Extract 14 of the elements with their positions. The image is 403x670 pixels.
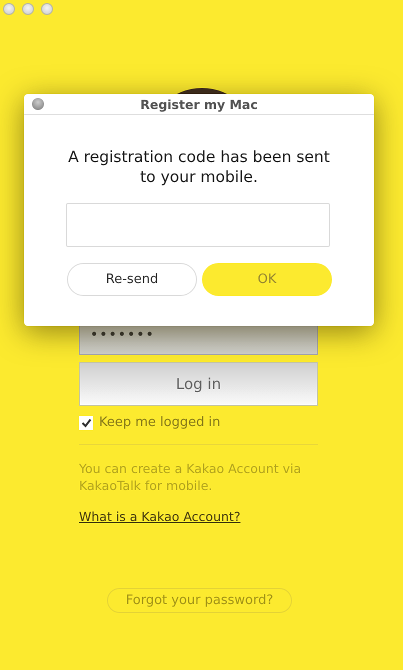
window-control-icon[interactable] (22, 3, 34, 15)
ok-button[interactable]: OK (202, 263, 332, 296)
info-text: You can create a Kakao Account via KakaoTalk for mobile. (79, 460, 302, 494)
login-button[interactable]: Log in (79, 362, 318, 406)
code-field[interactable] (66, 203, 330, 247)
close-icon[interactable] (32, 98, 44, 110)
dialog-message: A registration code has been sent to your mobile. (67, 147, 331, 187)
checkbox[interactable] (79, 416, 93, 430)
window-control-icon[interactable] (3, 3, 15, 15)
resend-button[interactable]: Re-send (67, 263, 197, 296)
window-control-icon[interactable] (41, 3, 53, 15)
account-link[interactable]: What is a Kakao Account? (79, 509, 318, 524)
dialog-title: Register my Mac (140, 96, 258, 112)
checkbox-label: Keep me logged in (99, 415, 220, 430)
